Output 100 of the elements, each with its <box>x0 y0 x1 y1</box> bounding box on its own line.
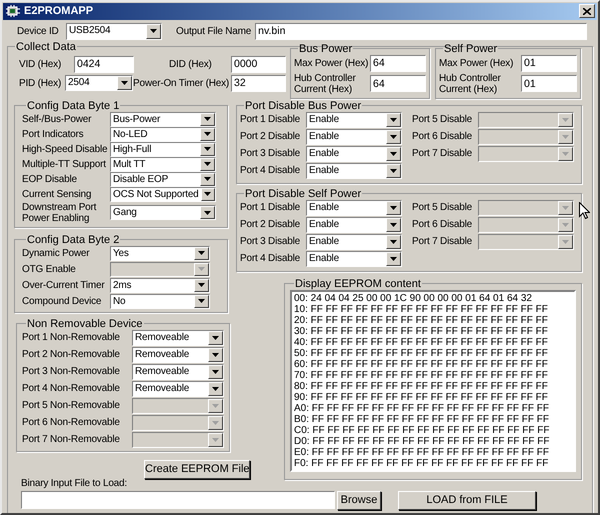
caret-icon <box>562 152 569 156</box>
close-button[interactable] <box>579 4 595 18</box>
group-title: Config Data Byte 2 <box>26 234 120 246</box>
field-label: Port 5 Disable <box>412 202 474 213</box>
dropdown[interactable]: 2504 <box>65 75 133 91</box>
dropdown[interactable]: Yes <box>110 246 210 260</box>
dropdown[interactable]: Enable <box>306 112 402 128</box>
caret-icon <box>204 132 211 136</box>
text-field[interactable]: 64 <box>370 75 426 92</box>
text-field[interactable]: 0424 <box>74 56 134 72</box>
dropdown[interactable]: Bus-Power <box>110 112 216 126</box>
field-label: Port 6 Disable <box>412 219 474 230</box>
field-label: Port 7 Disable <box>412 148 474 159</box>
caret-icon <box>212 420 219 424</box>
hex-dump-line: 00: 24 04 04 25 00 00 1C 90 00 00 00 01 64 01 64 32 <box>294 292 533 304</box>
dropdown[interactable]: USB2504 <box>66 22 162 40</box>
field-label: Self-/Bus-Power <box>22 114 92 124</box>
dropdown[interactable]: Removeable <box>132 330 224 346</box>
dropdown[interactable]: No-LED <box>110 126 216 142</box>
field-label: Hub Controller Current (Hex) <box>439 72 502 94</box>
load-from-file-button[interactable]: LOAD from FILE <box>398 490 536 510</box>
group-title: Port Disable Bus Power <box>244 100 362 112</box>
text-field[interactable]: 64 <box>370 54 426 72</box>
dropdown[interactable]: Disable EOP <box>110 172 216 186</box>
field-label: Port 4 Non-Removable <box>22 383 121 394</box>
field-label: Over-Current Timer <box>22 280 106 290</box>
field-label: PID (Hex) <box>19 78 62 88</box>
dropdown[interactable]: High-Full <box>110 142 216 156</box>
text-field[interactable]: 0000 <box>231 56 286 72</box>
text-field[interactable]: nv.bin <box>255 22 587 40</box>
hex-dump-line: D0: FF FF FF FF FF FF FF FF FF FF FF FF FF FF FF FF <box>294 436 550 446</box>
hex-dump-line: A0: FF FF FF FF FF FF FF FF FF FF FF FF FF FF FF FF <box>294 402 550 414</box>
field-label: OTG Enable <box>22 264 77 274</box>
text-field[interactable] <box>21 491 335 509</box>
text-field[interactable]: 01 <box>521 75 577 92</box>
hex-dump-line: 60: FF FF FF FF FF FF FF FF FF FF FF FF FF FF FF FF <box>294 358 549 370</box>
dropdown[interactable]: Mult TT <box>110 156 216 172</box>
dropdown[interactable]: Gang <box>110 205 216 220</box>
caret-icon <box>390 118 397 122</box>
dropdown[interactable]: Enable <box>306 250 402 266</box>
field-label: Max Power (Hex) <box>294 58 370 68</box>
group-title: Non Removable Device <box>26 318 144 330</box>
caret-icon <box>390 152 397 156</box>
mouse-pointer-icon <box>579 202 590 219</box>
dropdown[interactable]: 2ms <box>110 278 210 292</box>
caret-icon <box>212 370 219 374</box>
hex-dump-line: B0: FF FF FF FF FF FF FF FF FF FF FF FF FF FF FF FF <box>294 414 550 424</box>
field-label: Port Indicators <box>22 128 84 140</box>
caret-icon <box>390 240 397 244</box>
dropdown[interactable]: Removeable <box>132 364 224 380</box>
caret-icon <box>204 192 212 196</box>
field-label: Hub Controller Current (Hex) <box>294 72 357 94</box>
hex-dump-line: E0: FF FF FF FF FF FF FF FF FF FF FF FF FF FF FF FF <box>294 446 550 458</box>
caret-icon <box>390 134 397 138</box>
caret-icon <box>204 177 211 181</box>
dropdown[interactable]: Enable <box>306 146 402 162</box>
caret-icon <box>150 29 157 33</box>
field-label: Port 1 Non-Removable <box>22 332 121 343</box>
hex-dump-line: 50: FF FF FF FF FF FF FF FF FF FF FF FF FF FF FF FF <box>294 348 549 358</box>
dropdown[interactable]: OCS Not Supported <box>110 186 216 202</box>
hex-dump-line: 20: FF FF FF FF FF FF FF FF FF FF FF FF FF FF FF FF <box>294 314 549 326</box>
caret-icon <box>198 299 205 303</box>
caret-icon <box>212 386 219 390</box>
text-field[interactable]: 32 <box>231 74 286 92</box>
field-label: Compound Device <box>22 296 102 306</box>
field-label: Power-On Timer (Hex) <box>133 78 230 88</box>
hex-dump-line: 40: FF FF FF FF FF FF FF FF FF FF FF FF FF FF FF FF <box>294 336 549 348</box>
field-label: Port 2 Non-Removable <box>22 349 121 360</box>
field-label: Port 5 Non-Removable <box>22 400 121 411</box>
caret-icon <box>198 283 205 287</box>
field-label: VID (Hex) <box>19 58 62 70</box>
field-label: Port 6 Non-Removable <box>22 417 121 428</box>
dropdown[interactable]: Enable <box>306 234 402 250</box>
caret-icon <box>212 336 219 340</box>
text-field[interactable]: 01 <box>521 54 577 72</box>
group-title: Self Power <box>443 42 498 54</box>
dropdown[interactable]: Removeable <box>132 380 224 396</box>
field-label: DID (Hex) <box>169 58 213 70</box>
dropdown[interactable]: Enable <box>306 128 402 144</box>
dropdown[interactable]: Enable <box>306 216 402 232</box>
caret-icon <box>390 168 397 172</box>
window-title: E2PROMAPP <box>24 4 94 19</box>
field-label: Downstream Port Power Enabling <box>22 202 98 224</box>
hex-dump-line: C0: FF FF FF FF FF FF FF FF FF FF FF FF FF FF FF FF <box>294 424 550 436</box>
field-label: Current Sensing <box>22 188 92 200</box>
caret-icon <box>204 210 211 214</box>
dropdown[interactable]: No <box>110 294 210 308</box>
caret-icon <box>390 206 397 210</box>
create-eeprom-button[interactable]: Create EEPROM File <box>144 460 250 478</box>
field-label: Max Power (Hex) <box>439 58 514 68</box>
caret-icon <box>562 134 569 138</box>
dropdown[interactable]: Removeable <box>132 346 224 362</box>
dropdown[interactable]: Enable <box>306 162 402 178</box>
caret-icon <box>204 162 211 166</box>
caret-icon <box>204 147 211 151</box>
browse-button[interactable]: Browse <box>337 490 381 510</box>
field-label: Binary Input File to Load: <box>21 478 128 488</box>
dropdown[interactable]: Enable <box>306 200 402 216</box>
field-label: Port 5 Disable <box>412 114 474 125</box>
caret-icon <box>390 256 397 260</box>
